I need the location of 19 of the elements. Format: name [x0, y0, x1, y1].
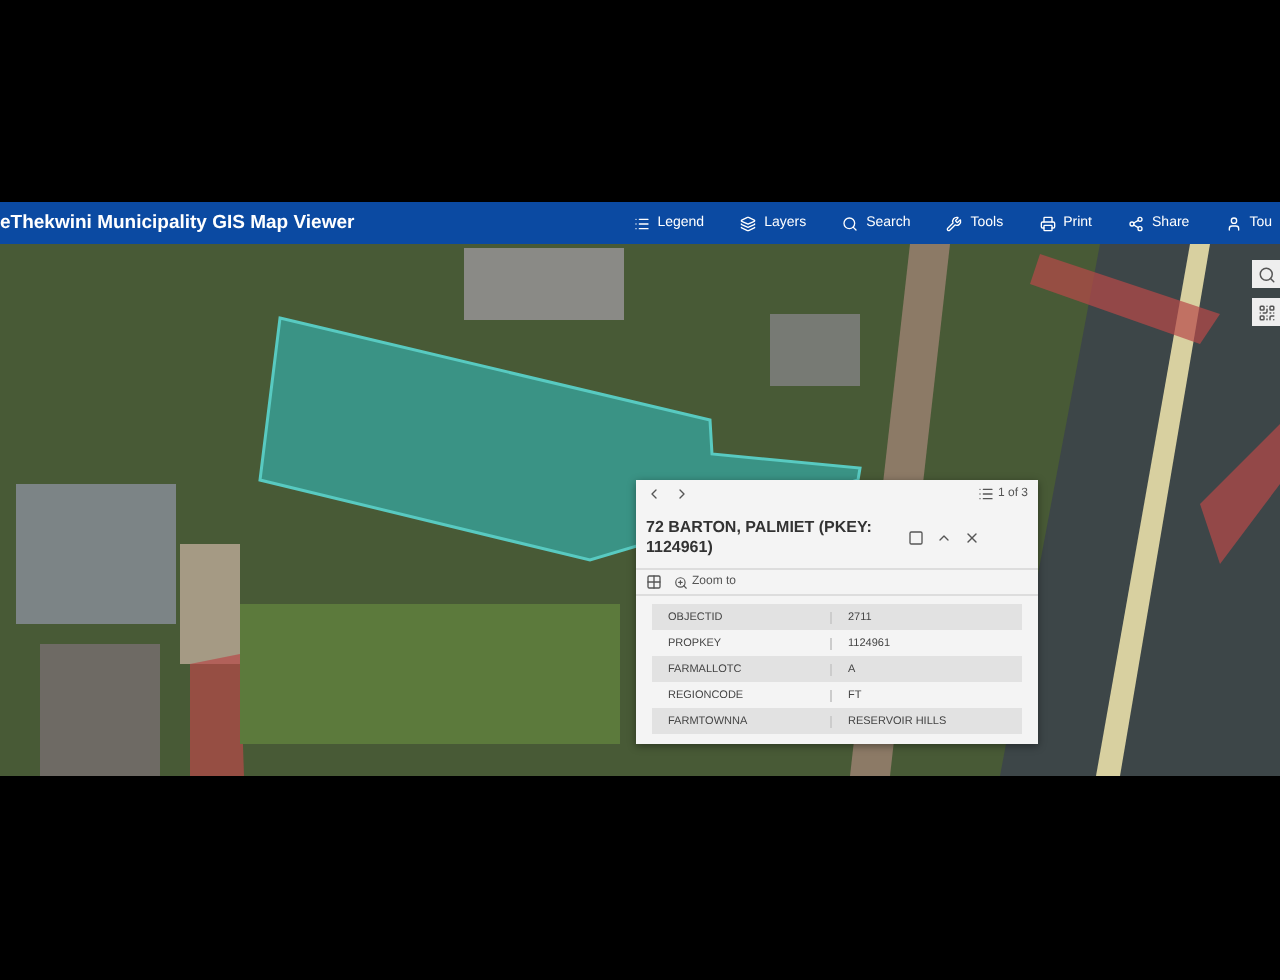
layers-icon	[740, 215, 757, 231]
legend-icon	[633, 215, 650, 231]
print-icon	[1039, 215, 1056, 231]
zoom-in-icon	[674, 575, 688, 589]
actions-button[interactable]	[646, 574, 662, 590]
share-icon	[1128, 215, 1145, 231]
search-icon	[842, 215, 859, 231]
collapse-button[interactable]	[936, 530, 952, 546]
next-button[interactable]	[674, 486, 690, 502]
tour-icon	[1225, 215, 1242, 231]
close-button[interactable]	[964, 530, 980, 546]
app-title: eThekwini Municipality GIS Map Viewer	[0, 212, 357, 234]
dock-button[interactable]	[908, 530, 924, 546]
qr-code-button[interactable]	[1252, 298, 1280, 326]
tools-icon	[946, 215, 963, 231]
list-icon	[977, 486, 994, 502]
previous-button[interactable]	[646, 486, 662, 502]
popup-title: 72 BARTON, PALMIET (PKEY: 1124961)	[646, 518, 874, 558]
search-button[interactable]	[1252, 260, 1280, 288]
